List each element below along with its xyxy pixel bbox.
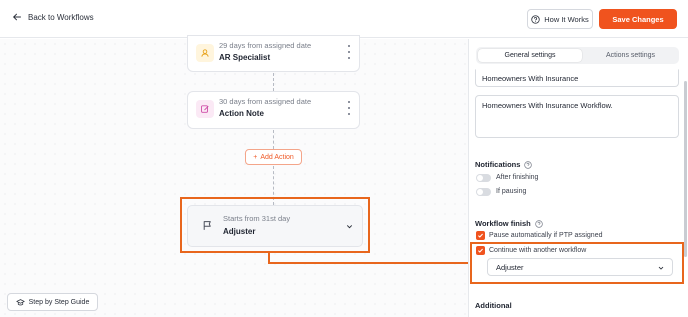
save-changes-button[interactable]: Save Changes bbox=[599, 9, 677, 29]
node-subtitle: 29 days from assigned date bbox=[219, 41, 312, 50]
user-icon bbox=[196, 44, 214, 62]
check-icon bbox=[478, 233, 483, 238]
node-subtitle: 30 days from assigned date bbox=[219, 97, 312, 106]
help-circle-icon[interactable] bbox=[534, 219, 543, 228]
edit-icon bbox=[196, 100, 214, 118]
back-label: Back to Workflows bbox=[28, 12, 94, 22]
tab-general-settings[interactable]: General settings bbox=[478, 49, 582, 62]
tab-actions-settings[interactable]: Actions settings bbox=[584, 49, 677, 62]
graduation-cap-icon bbox=[16, 298, 25, 305]
notifications-heading: Notifications bbox=[475, 160, 533, 169]
add-action-label: Add Action bbox=[260, 153, 294, 161]
step-by-step-guide-button[interactable]: Step by Step Guide bbox=[7, 293, 98, 311]
after-finishing-toggle[interactable] bbox=[476, 174, 491, 182]
arrow-left-icon bbox=[12, 13, 21, 21]
after-finishing-label: After finishing bbox=[496, 174, 539, 181]
if-pausing-toggle[interactable] bbox=[476, 188, 491, 196]
panel-scrollbar[interactable] bbox=[684, 81, 687, 257]
highlight-box-trigger bbox=[180, 197, 370, 253]
highlight-connector bbox=[268, 262, 471, 264]
how-it-works-label: How It Works bbox=[544, 14, 589, 24]
node-title: AR Specialist bbox=[219, 53, 271, 62]
plus-icon: + bbox=[253, 153, 258, 161]
connector-line bbox=[273, 130, 274, 149]
pause-ptp-checkbox[interactable] bbox=[476, 231, 485, 240]
top-bar: Back to Workflows How It Works Save Chan… bbox=[0, 0, 688, 38]
more-options-icon[interactable] bbox=[347, 101, 351, 115]
workflow-canvas[interactable] bbox=[0, 39, 468, 317]
connector-line bbox=[273, 73, 274, 91]
workflow-description-textarea[interactable]: Homeowners With Insurance Workflow. bbox=[475, 95, 679, 138]
node-title: Action Note bbox=[219, 109, 264, 118]
workflow-node-action-note[interactable]: 30 days from assigned date Action Note bbox=[187, 91, 360, 129]
if-pausing-label: If pausing bbox=[496, 188, 527, 195]
how-it-works-button[interactable]: How It Works bbox=[527, 9, 593, 29]
workflow-finish-heading: Workflow finish bbox=[475, 219, 543, 228]
help-circle-icon[interactable] bbox=[524, 160, 533, 169]
additional-heading: Additional bbox=[475, 301, 512, 310]
back-to-workflows-link[interactable]: Back to Workflows bbox=[12, 12, 94, 22]
more-options-icon[interactable] bbox=[347, 45, 351, 59]
add-action-button[interactable]: + Add Action bbox=[245, 149, 302, 165]
workflow-name-input[interactable]: Homeowners With Insurance bbox=[475, 69, 679, 87]
guide-label: Step by Step Guide bbox=[28, 298, 90, 306]
workflow-node-ar-specialist[interactable]: 29 days from assigned date AR Specialist bbox=[187, 35, 360, 72]
highlight-box-continue-workflow bbox=[470, 242, 684, 284]
pause-ptp-label: Pause automatically if PTP assigned bbox=[489, 232, 603, 239]
settings-tabs: General settings Actions settings bbox=[476, 47, 679, 64]
help-circle-icon bbox=[531, 14, 540, 24]
